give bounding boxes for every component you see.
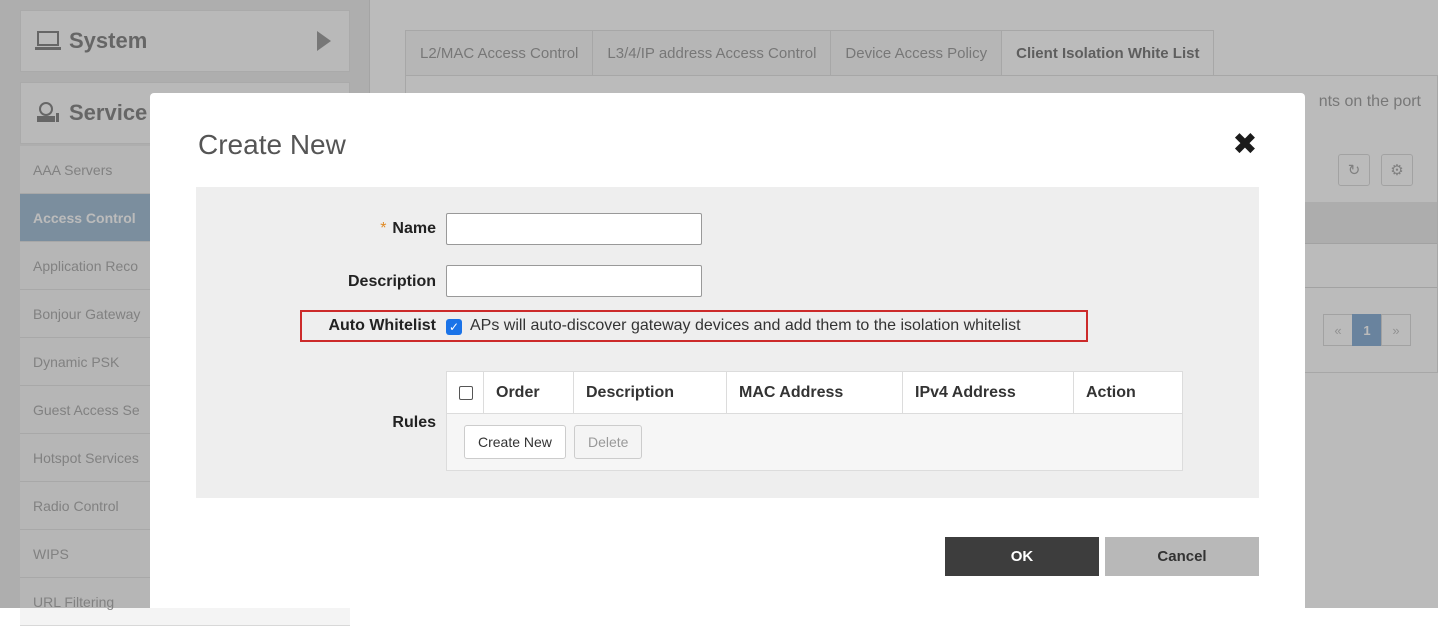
- column-header-ipv4-address[interactable]: IPv4 Address: [903, 372, 1074, 414]
- select-all-cell: [447, 372, 484, 414]
- form-area: * Name Description Auto Whitelist ✓ APs w…: [196, 187, 1259, 498]
- select-all-checkbox[interactable]: [459, 386, 473, 400]
- dialog-title: Create New: [198, 129, 346, 160]
- create-new-dialog: Create New ✖ * Name Description Auto Whit…: [150, 93, 1305, 608]
- required-marker: *: [380, 220, 387, 237]
- name-input[interactable]: [446, 213, 702, 245]
- column-header-action: Action: [1086, 384, 1136, 401]
- auto-whitelist-label: Auto Whitelist: [328, 317, 436, 334]
- rules-create-new-button[interactable]: Create New: [464, 425, 566, 459]
- column-header-order[interactable]: Order: [484, 372, 574, 414]
- column-header-mac-address[interactable]: MAC Address: [727, 372, 903, 414]
- ok-button[interactable]: OK: [945, 537, 1099, 576]
- column-header-description[interactable]: Description: [574, 372, 727, 414]
- rules-table: Order Description MAC Address IPv4 Addre…: [446, 371, 1183, 471]
- auto-whitelist-text: APs will auto-discover gateway devices a…: [470, 317, 1021, 334]
- description-input[interactable]: [446, 265, 702, 297]
- close-icon[interactable]: ✖: [1231, 130, 1259, 160]
- auto-whitelist-checkbox[interactable]: ✓: [446, 319, 462, 335]
- rules-delete-button[interactable]: Delete: [574, 425, 643, 459]
- rules-label: Rules: [392, 414, 436, 431]
- rules-table-header: Order Description MAC Address IPv4 Addre…: [447, 372, 1182, 414]
- name-label: * Name: [196, 220, 436, 238]
- description-label: Description: [347, 273, 436, 290]
- cancel-button[interactable]: Cancel: [1105, 537, 1259, 576]
- name-label-text: Name: [392, 220, 436, 237]
